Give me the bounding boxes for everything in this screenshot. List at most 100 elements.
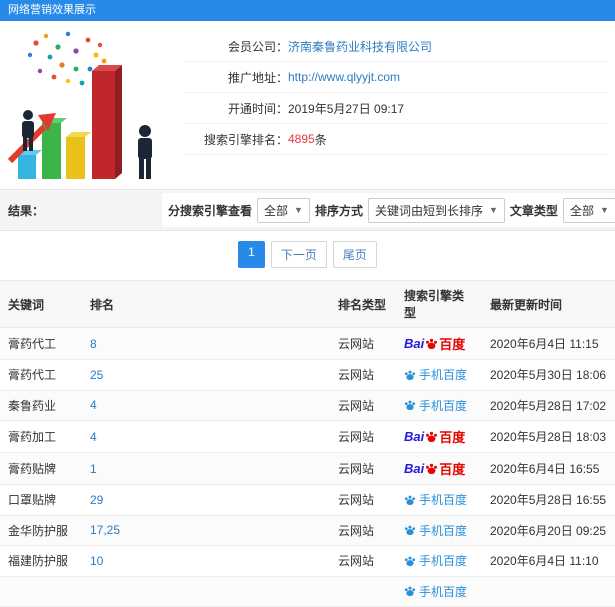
cell-update-time: 2020年5月28日 17:02 <box>482 390 615 421</box>
open-time-label: 开通时间： <box>227 101 288 116</box>
engine-filter-label: 分搜索引擎查看 <box>168 203 253 218</box>
rank-link[interactable]: 4 <box>90 398 97 412</box>
mobile-baidu-icon <box>404 585 416 597</box>
mobile-baidu-logo: 手机百度 <box>404 522 467 539</box>
baidu-logo-bai-text: Bai <box>404 336 425 351</box>
baidu-logo-du-text: 百度 <box>439 462 466 477</box>
cell-update-time: 2020年6月4日 11:15 <box>482 327 615 360</box>
cell-rank-type: 云网站 <box>330 359 396 391</box>
ranking-count-label: 搜索引擎排名： <box>203 132 288 147</box>
engine-select[interactable]: 全部 ▼ <box>257 197 310 223</box>
sort-select[interactable]: 关键词由短到长排序 ▼ <box>367 197 505 223</box>
chart-illustration <box>4 27 176 183</box>
cell-keyword: 膏药加工 <box>0 420 82 453</box>
table-row: 膏药代工 25 云网站 手机百度 2020年5月30日 18:06 <box>0 359 615 391</box>
results-table-header: 关键词 排名 排名类型 搜索引擎类型 最新更新时间 <box>0 280 615 328</box>
info-row-open-time: 开通时间： 2019年5月27日 09:17 <box>184 93 607 124</box>
baidu-logo: Bai 百度 <box>404 459 465 478</box>
sort-select-value: 关键词由短到长排序 <box>374 203 483 218</box>
table-row: 膏药加工 4 云网站 Bai 百度 2020年5月28日 18:03 <box>0 420 615 453</box>
table-row: 手机百度 <box>0 576 615 607</box>
company-label: 会员公司： <box>227 39 288 54</box>
table-row: 秦鲁药业 4 云网站 手机百度 2020年5月28日 17:02 <box>0 390 615 421</box>
bars <box>18 65 122 179</box>
promo-url-link[interactable]: http://www.qlyyjt.com <box>288 70 400 84</box>
sort-filter-label: 排序方式 <box>314 203 363 218</box>
result-label: 结果： <box>8 203 45 218</box>
engine-logo-slot: Bai 百度 <box>404 334 465 353</box>
pagination: 1 下一页 尾页 <box>0 231 615 280</box>
engine-logo-slot: Bai 百度 <box>404 459 465 478</box>
baidu-logo-du-text: 百度 <box>439 430 466 445</box>
table-row: 福建防护服 10 云网站 手机百度 2020年6月4日 11:10 <box>0 545 615 577</box>
results-table: 关键词 排名 排名类型 搜索引擎类型 最新更新时间 膏药代工 8 云网站 Bai… <box>0 280 615 607</box>
cell-update-time: 2020年6月4日 16:55 <box>482 452 615 485</box>
engine-logo-slot: 手机百度 <box>404 554 467 570</box>
cell-rank-type: 云网站 <box>330 452 396 485</box>
cell-keyword: 膏药贴牌 <box>0 452 82 485</box>
mobile-baidu-icon <box>404 369 416 381</box>
engine-logo-slot: 手机百度 <box>404 522 467 539</box>
article-type-label: 文章类型 <box>509 203 558 218</box>
header-rank: 排名 <box>82 280 330 328</box>
mobile-baidu-text: 手机百度 <box>419 368 468 382</box>
mobile-baidu-logo: 手机百度 <box>404 397 467 414</box>
info-row-company: 会员公司： 济南秦鲁药业科技有限公司 <box>184 31 607 62</box>
cell-update-time: 2020年6月4日 11:10 <box>482 545 615 577</box>
rank-link[interactable]: 17,25 <box>90 523 120 537</box>
open-time-value: 2019年5月27日 09:17 <box>288 101 405 116</box>
baidu-logo-bai-text: Bai <box>404 429 425 444</box>
cell-update-time: 2020年5月28日 18:03 <box>482 420 615 453</box>
rank-link[interactable]: 29 <box>90 493 103 507</box>
promo-url-label: 推广地址： <box>227 70 288 85</box>
cell-update-time: 2020年5月28日 16:55 <box>482 484 615 516</box>
page-header: 网络营销效果展示 <box>0 0 615 21</box>
page-1-button[interactable]: 1 <box>238 241 265 268</box>
mobile-baidu-icon <box>404 494 416 506</box>
engine-logo-slot: 手机百度 <box>404 493 467 509</box>
baidu-paw-icon <box>425 430 438 443</box>
article-type-select-value: 全部 <box>569 203 594 218</box>
baidu-logo-bai-text: Bai <box>404 461 425 476</box>
info-row-ranking-count: 搜索引擎排名： 4895 条 <box>184 124 607 155</box>
engine-select-value: 全部 <box>264 203 289 218</box>
mobile-baidu-logo: 手机百度 <box>404 366 467 383</box>
rank-link[interactable]: 1 <box>90 462 97 476</box>
article-type-select[interactable]: 全部 ▼ <box>562 197 615 223</box>
mobile-baidu-text: 手机百度 <box>419 584 468 599</box>
baidu-logo: Bai 百度 <box>404 427 465 446</box>
engine-logo-slot: 手机百度 <box>404 397 467 414</box>
rank-link[interactable]: 25 <box>90 368 103 382</box>
baidu-paw-icon <box>425 337 438 350</box>
mobile-baidu-logo: 手机百度 <box>404 552 467 569</box>
header-update-time: 最新更新时间 <box>482 280 615 328</box>
cell-keyword: 膏药代工 <box>0 327 82 360</box>
rank-link[interactable]: 8 <box>90 337 97 351</box>
marketing-report-page: 网络营销效果展示 会员公司： 济南秦鲁药业科技有限公司 推广地址： http:/… <box>0 0 615 607</box>
company-name-link[interactable]: 济南秦鲁药业科技有限公司 <box>288 38 432 55</box>
mobile-baidu-logo: 手机百度 <box>404 491 467 508</box>
table-row: 膏药贴牌 1 云网站 Bai 百度 2020年6月4日 16:55 <box>0 452 615 485</box>
mobile-baidu-icon <box>404 524 416 536</box>
cell-rank-type: 云网站 <box>330 545 396 577</box>
rank-link[interactable]: 10 <box>90 554 103 568</box>
mobile-baidu-text: 手机百度 <box>419 493 468 507</box>
next-page-button[interactable]: 下一页 <box>270 241 327 268</box>
table-row: 膏药代工 8 云网站 Bai 百度 2020年6月4日 11:15 <box>0 327 615 360</box>
mobile-baidu-text: 手机百度 <box>419 398 468 413</box>
mobile-baidu-text: 手机百度 <box>419 523 468 538</box>
baidu-logo: Bai 百度 <box>404 334 465 353</box>
engine-logo-slot: 手机百度 <box>404 584 468 600</box>
cell-keyword <box>0 576 82 607</box>
last-page-button[interactable]: 尾页 <box>332 241 377 268</box>
chevron-down-icon: ▼ <box>599 205 609 215</box>
chevron-down-icon: ▼ <box>489 205 498 215</box>
cell-keyword: 口罩贴牌 <box>0 484 82 516</box>
cell-update-time: 2020年5月30日 18:06 <box>482 359 615 391</box>
cell-rank-type: 云网站 <box>330 390 396 421</box>
businessman-right <box>138 125 152 179</box>
baidu-logo-du-text: 百度 <box>439 337 466 352</box>
rank-link[interactable]: 4 <box>90 430 97 444</box>
chevron-down-icon: ▼ <box>294 205 303 215</box>
page-title: 网络营销效果展示 <box>8 4 96 16</box>
